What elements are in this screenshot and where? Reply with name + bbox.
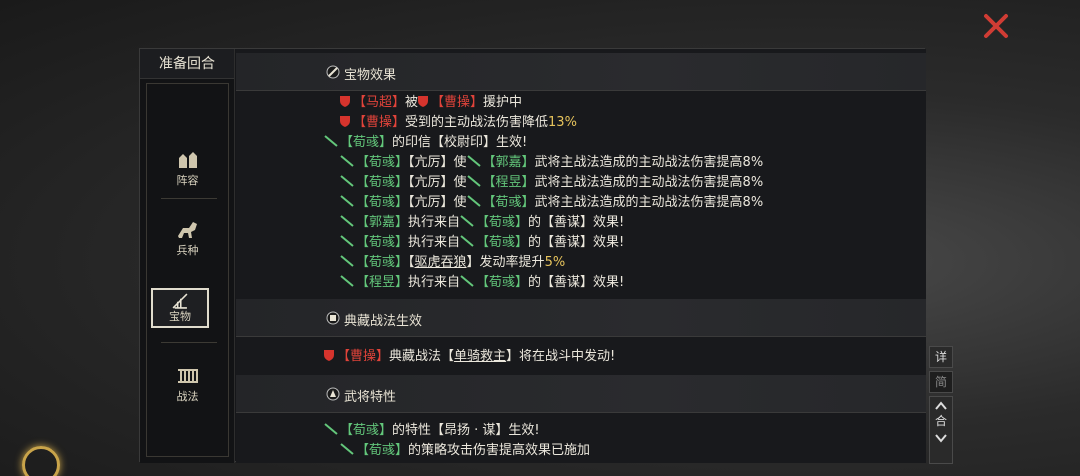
- sidebar-title: 准备回合: [140, 49, 234, 79]
- shield-icon: [324, 350, 334, 361]
- blade-icon: [340, 155, 354, 167]
- sidebar-item-label: 宝物: [169, 310, 191, 323]
- shield-icon: [418, 96, 429, 107]
- tactic-link[interactable]: 单骑救主: [454, 349, 506, 364]
- log-line: 【荀彧】【亢厉】使 【郭嘉】武将主战法造成的主动战法伤害提高8%: [340, 153, 763, 173]
- section-header-treasure: 宝物效果: [236, 53, 926, 91]
- shield-icon: [340, 116, 350, 127]
- log-line: 【曹操】典藏战法【单骑救主】将在战斗中发动!: [324, 347, 615, 367]
- section-title: 武将特性: [344, 390, 397, 405]
- blade-icon: [340, 195, 354, 207]
- log-line: 【荀彧】【驱虎吞狼】发动率提升5%: [340, 253, 565, 273]
- log-line: 【荀彧】的印信【校尉印】生效!: [324, 133, 527, 153]
- blade-icon: [340, 255, 354, 267]
- formation-icon: [178, 152, 197, 168]
- log-line: 【曹操】受到的主动战法伤害降低13%: [340, 113, 577, 133]
- sidebar: 准备回合 阵容 兵种 宝物 战法: [140, 49, 235, 463]
- blade-icon: [340, 175, 354, 187]
- blade-icon: [340, 235, 354, 247]
- section-header-general-traits: 武将特性: [236, 375, 926, 413]
- general-icon: [326, 387, 340, 401]
- log-line: 【荀彧】的特性【昂扬 · 谋】生效!: [324, 421, 540, 441]
- tactic-link[interactable]: 驱虎吞狼: [415, 255, 467, 270]
- blade-icon: [466, 195, 481, 207]
- sidebar-item-label: 战法: [176, 390, 199, 403]
- sidebar-item-troops[interactable]: 兵种: [147, 212, 228, 268]
- log-line: 【荀彧】【亢厉】使 【程昱】武将主战法造成的主动战法伤害提高8%: [340, 173, 763, 193]
- log-line: 【马超】被 【曹操】援护中: [340, 93, 522, 113]
- blade-icon: [466, 175, 481, 187]
- log-view-controls: 详 简 合: [929, 346, 953, 466]
- sword-icon: [326, 65, 340, 79]
- log-line: 【郭嘉】执行来自 【荀彧】的【善谋】效果!: [340, 213, 624, 233]
- simple-view-button[interactable]: 简: [929, 371, 953, 393]
- collapse-button[interactable]: 合: [929, 396, 953, 464]
- blade-icon: [460, 235, 474, 247]
- log-line: 【荀彧】【亢厉】使 【荀彧】武将主战法造成的主动战法伤害提高8%: [340, 193, 763, 213]
- section-title: 宝物效果: [344, 68, 397, 83]
- tactics-icon: [177, 369, 198, 383]
- sidebar-item-label: 兵种: [176, 244, 199, 257]
- log-line: 【荀彧】的策略攻击伤害提高效果已施加: [340, 441, 590, 461]
- log-line: 【程昱】执行来自 【荀彧】的【善谋】效果!: [340, 273, 624, 293]
- section-header-collection-tactic: 典藏战法生效: [236, 299, 926, 337]
- battle-log[interactable]: 宝物效果 【马超】被 【曹操】援护中 【曹操】受到的主动战法伤害降低13% 【荀彧…: [236, 49, 926, 463]
- close-icon[interactable]: [982, 12, 1010, 40]
- blade-icon: [324, 423, 338, 435]
- blade-icon: [340, 215, 354, 227]
- section-title: 典藏战法生效: [344, 314, 423, 329]
- blade-icon: [460, 215, 474, 227]
- blade-icon: [324, 135, 338, 147]
- battle-report-panel: 准备回合 阵容 兵种 宝物 战法 宝物效果 【马超】被 【曹操】援护中 【曹操】…: [139, 48, 926, 463]
- collapse-label: 合: [934, 414, 947, 428]
- chevron-down-icon: [935, 434, 947, 443]
- sidebar-item-tactics[interactable]: 战法: [147, 358, 228, 414]
- sidebar-nav: 阵容 兵种 宝物 战法: [146, 83, 229, 457]
- blade-icon: [340, 443, 354, 455]
- gold-ring-icon[interactable]: [22, 446, 60, 476]
- shield-icon: [340, 96, 350, 107]
- chevron-up-icon: [935, 401, 947, 410]
- sidebar-item-label: 阵容: [176, 174, 199, 187]
- blade-icon: [466, 155, 481, 167]
- sidebar-item-treasure[interactable]: 宝物: [151, 288, 209, 328]
- sidebar-item-formation[interactable]: 阵容: [147, 142, 228, 198]
- scroll-icon: [326, 311, 340, 325]
- blade-icon: [340, 275, 354, 287]
- cavalry-icon: [177, 222, 197, 238]
- detail-view-button[interactable]: 详: [929, 346, 953, 368]
- blade-icon: [460, 275, 474, 287]
- log-line: 【荀彧】执行来自 【荀彧】的【善谋】效果!: [340, 233, 624, 253]
